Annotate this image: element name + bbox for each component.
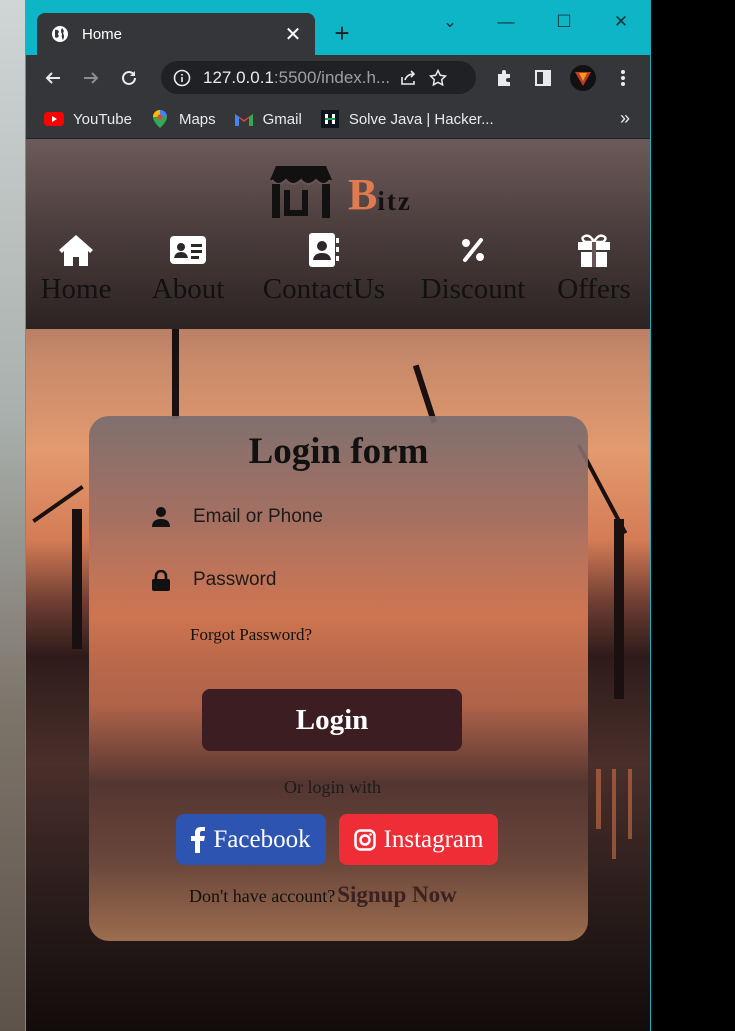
maps-icon	[150, 110, 170, 128]
water-reflection	[596, 769, 601, 829]
back-icon[interactable]	[34, 60, 72, 96]
contact-book-icon	[258, 231, 390, 269]
wind-turbine	[614, 519, 624, 699]
bookmark-star-icon[interactable]	[423, 68, 453, 87]
desktop-background	[651, 0, 735, 1031]
globe-icon	[51, 25, 69, 43]
nav-about[interactable]: About	[148, 231, 228, 306]
bookmarks-bar: YouTube Maps Gmail Solve Java | Hacker..…	[26, 100, 650, 138]
more-bookmarks-button[interactable]: »	[620, 108, 630, 129]
logo-text: itz	[377, 186, 412, 216]
forgot-password-link[interactable]: Forgot Password?	[190, 625, 312, 645]
signup-link[interactable]: Signup Now	[337, 882, 457, 908]
extensions-icon[interactable]	[487, 55, 521, 100]
password-field-row	[149, 562, 529, 598]
url-text: 127.0.0.1:5500/index.h...	[203, 67, 391, 87]
web-page: B itz Home About ContactUs Discount Offe…	[26, 139, 650, 1031]
address-bar[interactable]: 127.0.0.1:5500/index.h...	[161, 61, 476, 94]
side-panel-icon[interactable]	[526, 55, 560, 100]
browser-window: Home ✕ + ⌄ — ☐ ✕ 127.0.0.1:5500/index.h.…	[25, 0, 651, 1031]
nav-contactus[interactable]: ContactUs	[258, 231, 390, 306]
bookmark-youtube[interactable]: YouTube	[44, 111, 132, 128]
share-icon[interactable]	[393, 69, 423, 87]
no-account-text: Don't have account?	[189, 886, 336, 906]
desktop-wallpaper	[0, 0, 25, 1031]
login-card: Login form Forgot Password? Login Or log…	[89, 416, 588, 941]
or-login-with-text: Or login with	[284, 777, 381, 797]
email-input[interactable]	[193, 506, 529, 528]
lock-icon	[149, 569, 173, 591]
instagram-icon	[353, 828, 376, 851]
gift-icon	[554, 231, 634, 269]
wind-turbine	[172, 329, 179, 419]
tab-strip: Home ✕ + ⌄ — ☐ ✕	[26, 0, 650, 55]
site-logo[interactable]: B itz	[270, 166, 412, 218]
nav-offers[interactable]: Offers	[554, 231, 634, 306]
new-tab-button[interactable]: +	[328, 19, 356, 47]
percent-icon	[416, 231, 530, 269]
hackerrank-icon	[320, 110, 340, 128]
wind-turbine	[72, 509, 82, 649]
bookmark-maps[interactable]: Maps	[150, 110, 216, 128]
tab-home[interactable]: Home ✕	[37, 13, 315, 55]
logo-initial: B	[348, 170, 378, 219]
facebook-login-button[interactable]: Facebook	[176, 814, 326, 865]
id-card-icon	[148, 231, 228, 269]
login-title: Login form	[248, 431, 429, 472]
site-info-icon[interactable]	[173, 69, 193, 87]
water-reflection	[628, 769, 632, 839]
tab-search-icon[interactable]: ⌄	[430, 8, 470, 36]
wind-turbine-blade	[412, 364, 438, 424]
reload-icon[interactable]	[110, 60, 148, 96]
nav-home[interactable]: Home	[38, 231, 114, 306]
instagram-login-button[interactable]: Instagram	[339, 814, 498, 865]
browser-toolbar: 127.0.0.1:5500/index.h...	[26, 55, 650, 100]
gmail-icon	[234, 111, 254, 127]
home-icon	[38, 231, 114, 269]
email-field-row	[149, 499, 529, 535]
tab-title: Home	[82, 25, 123, 43]
close-window-button[interactable]: ✕	[601, 8, 641, 36]
bookmark-hackerrank[interactable]: Solve Java | Hacker...	[320, 110, 494, 128]
minimize-button[interactable]: —	[486, 8, 526, 36]
bookmark-gmail[interactable]: Gmail	[234, 111, 302, 128]
menu-icon[interactable]	[606, 55, 640, 100]
nav-discount[interactable]: Discount	[416, 231, 530, 306]
login-button[interactable]: Login	[202, 689, 462, 751]
shop-icon	[270, 166, 332, 218]
water-reflection	[612, 769, 616, 859]
signup-prompt: Don't have account? Signup Now	[189, 882, 457, 908]
forward-icon[interactable]	[72, 60, 110, 96]
facebook-icon	[191, 826, 206, 853]
close-tab-icon[interactable]: ✕	[281, 22, 305, 47]
password-input[interactable]	[193, 569, 529, 591]
youtube-icon	[44, 111, 64, 127]
profile-avatar[interactable]	[566, 55, 600, 100]
site-header: B itz Home About ContactUs Discount Offe…	[26, 139, 650, 329]
user-icon	[149, 507, 173, 527]
maximize-button[interactable]: ☐	[544, 8, 584, 36]
